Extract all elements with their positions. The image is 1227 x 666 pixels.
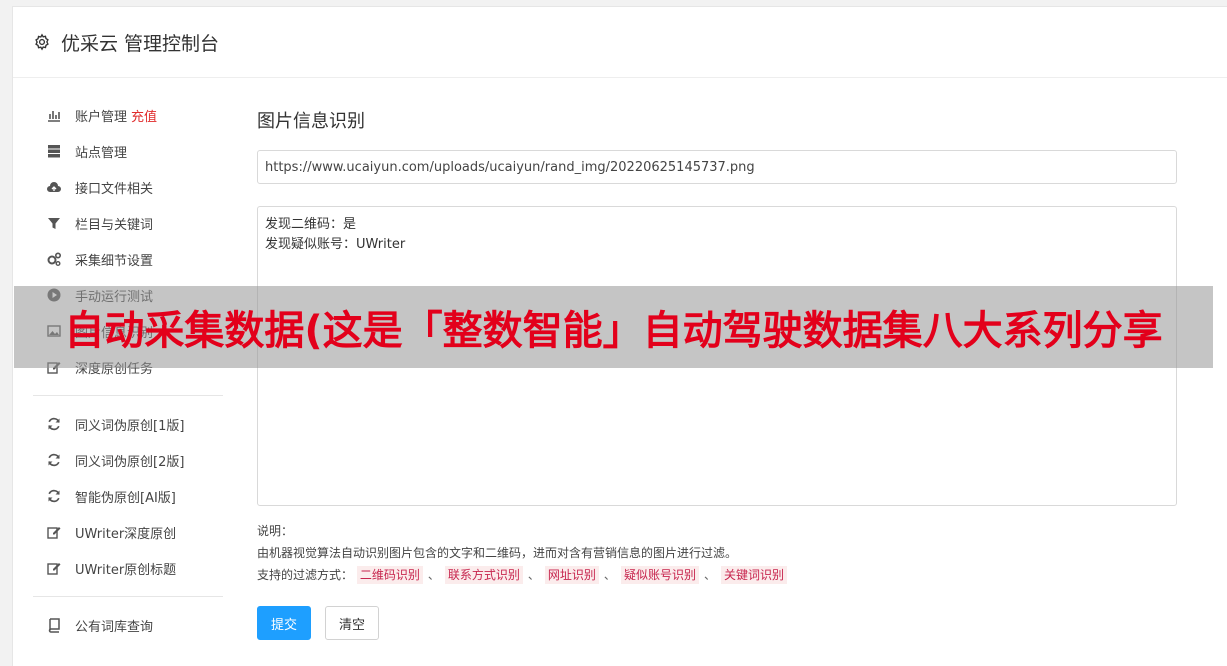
- header: 优采云 管理控制台: [13, 7, 1227, 78]
- sidebar-item-label: 站点管理: [75, 145, 128, 161]
- tag-separator: 、: [427, 568, 440, 582]
- sidebar-item-label: 智能伪原创[AI版]: [75, 490, 176, 506]
- sidebar-item[interactable]: UWriter原创标题: [33, 550, 223, 586]
- sidebar-item-label: 接口文件相关: [75, 181, 154, 197]
- sidebar-item-label: 同义词伪原创[2版]: [75, 454, 185, 470]
- refresh-icon: [45, 451, 63, 469]
- filter-tag: 疑似账号识别: [620, 566, 699, 584]
- sidebar-item[interactable]: 账户管理 充值: [33, 97, 223, 133]
- image-url-input[interactable]: [257, 150, 1177, 184]
- sidebar-item[interactable]: 同义词伪原创[2版]: [33, 442, 223, 478]
- sidebar-item-label: UWriter深度原创: [75, 526, 177, 542]
- sidebar-item[interactable]: 栏目与关键词: [33, 205, 223, 241]
- filter-icon: [45, 214, 63, 232]
- clear-button[interactable]: 清空: [325, 606, 380, 640]
- tag-separator: 、: [527, 568, 540, 582]
- sidebar: 账户管理充值站点管理接口文件相关栏目与关键词采集细节设置手动运行测试图片信息识别…: [33, 97, 223, 643]
- description: 说明： 由机器视觉算法自动识别图片包含的文字和二维码，进而对含有营销信息的图片进…: [257, 520, 1177, 586]
- sidebar-item[interactable]: UWriter深度原创: [33, 514, 223, 550]
- sidebar-item-label: 账户管理: [75, 109, 128, 125]
- tag-separator: 、: [703, 568, 716, 582]
- edit-icon: [45, 559, 63, 577]
- filter-methods: 支持的过滤方式： 二维码识别、联系方式识别、网址识别、疑似账号识别、关键词识别: [257, 564, 1177, 586]
- sidebar-divider: [33, 596, 223, 597]
- sidebar-item[interactable]: 智能伪原创[AI版]: [33, 478, 223, 514]
- sidebar-item-label: 栏目与关键词: [75, 217, 154, 233]
- recharge-link[interactable]: 充值: [131, 106, 157, 125]
- filter-tag: 联系方式识别: [444, 566, 523, 584]
- action-buttons: 提交 清空: [257, 606, 1177, 640]
- overlay-banner: 自动采集数据(这是「整数智能」自动驾驶数据集八大系列分享: [14, 286, 1213, 368]
- sidebar-item-label: 同义词伪原创[1版]: [75, 418, 185, 434]
- filter-label: 支持的过滤方式：: [257, 568, 354, 582]
- sidebar-item[interactable]: 公有词库查询: [33, 607, 223, 643]
- sidebar-item-label: UWriter原创标题: [75, 562, 177, 578]
- book-icon: [45, 616, 63, 634]
- bar-chart-icon: [45, 106, 63, 124]
- server-icon: [45, 142, 63, 160]
- sidebar-item[interactable]: 接口文件相关: [33, 169, 223, 205]
- gears-icon: [45, 250, 63, 268]
- description-text: 由机器视觉算法自动识别图片包含的文字和二维码，进而对含有营销信息的图片进行过滤。: [257, 546, 738, 560]
- sidebar-item[interactable]: 采集细节设置: [33, 241, 223, 277]
- result-line: 发现二维码：是: [265, 217, 357, 232]
- gear-icon: [33, 33, 51, 51]
- tag-separator: 、: [603, 568, 616, 582]
- filter-tag: 二维码识别: [356, 566, 423, 584]
- cloud-upload-icon: [45, 178, 63, 196]
- sidebar-item[interactable]: 同义词伪原创[1版]: [33, 406, 223, 442]
- filter-tag: 关键词识别: [720, 566, 787, 584]
- filter-tag: 网址识别: [544, 566, 599, 584]
- main-panel: 图片信息识别 发现二维码：是 发现疑似账号：UWriter 说明： 由机器视觉算…: [257, 107, 1177, 640]
- description-label: 说明：: [257, 524, 294, 538]
- result-line: 发现疑似账号：UWriter: [265, 237, 406, 252]
- refresh-icon: [45, 415, 63, 433]
- edit-icon: [45, 523, 63, 541]
- sidebar-item[interactable]: 站点管理: [33, 133, 223, 169]
- sidebar-item-label: 公有词库查询: [75, 619, 154, 635]
- sidebar-divider: [33, 395, 223, 396]
- page-title: 优采云 管理控制台: [61, 32, 220, 55]
- refresh-icon: [45, 487, 63, 505]
- sidebar-item-label: 采集细节设置: [75, 253, 154, 269]
- submit-button[interactable]: 提交: [257, 606, 312, 640]
- section-title: 图片信息识别: [257, 111, 365, 132]
